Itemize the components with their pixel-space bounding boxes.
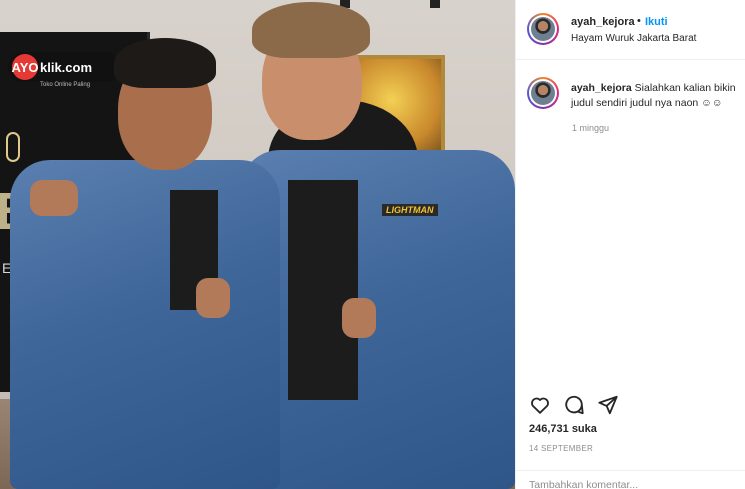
post-photo[interactable]: AYO klik.com Toko Online Paling B ERVI L… xyxy=(0,0,515,489)
header-username[interactable]: ayah_kejora xyxy=(571,16,635,28)
heart-icon[interactable] xyxy=(529,394,551,416)
caption-time: 1 minggu xyxy=(572,123,610,133)
graphic-tshirt xyxy=(288,180,358,400)
caption-username[interactable]: ayah_kejora xyxy=(571,82,632,94)
location-link[interactable]: Hayam Wuruk Jakarta Barat xyxy=(571,33,696,44)
ceiling-lamp xyxy=(430,0,440,8)
post-caption: ayah_kejora Sialahkan kalian bikin judul… xyxy=(571,81,745,111)
comment-icon[interactable] xyxy=(563,394,585,416)
post-date: 14 SEPTEMBER xyxy=(529,444,594,453)
post-header: ayah_kejora • Ikuti Hayam Wuruk Jakarta … xyxy=(516,0,745,60)
logo-text: klik.com xyxy=(40,59,93,75)
separator-dot: • xyxy=(637,15,641,27)
avatar[interactable] xyxy=(527,13,559,45)
logo-mark: AYO xyxy=(12,54,39,80)
hair xyxy=(252,2,370,58)
follow-button[interactable]: Ikuti xyxy=(645,16,668,28)
ayoklik-logo: AYO klik.com xyxy=(8,52,120,82)
caption-avatar[interactable] xyxy=(527,77,559,109)
banner-tagline: Toko Online Paling xyxy=(40,82,91,88)
hand-on-shoulder xyxy=(30,180,78,216)
share-icon[interactable] xyxy=(597,394,619,416)
thumbs-up-hand xyxy=(342,298,376,338)
comment-input[interactable] xyxy=(529,479,729,489)
hair xyxy=(114,38,216,88)
comment-bar xyxy=(516,470,745,489)
denim-jacket xyxy=(240,150,515,489)
jacket-patch: LIGHTMAN xyxy=(382,204,438,216)
microphone-icon xyxy=(6,132,20,162)
post-side-panel: ayah_kejora • Ikuti Hayam Wuruk Jakarta … xyxy=(515,0,745,489)
like-count[interactable]: 246,731 suka xyxy=(529,423,597,435)
thumbs-up-hand xyxy=(196,278,230,318)
